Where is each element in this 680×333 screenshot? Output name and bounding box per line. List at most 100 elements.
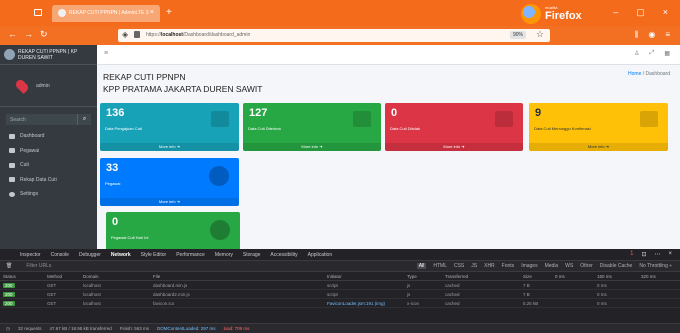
- url-text[interactable]: https://localhost/Dashboard/dashboard_ad…: [146, 32, 250, 38]
- close-devtools-icon[interactable]: ×: [668, 251, 672, 258]
- error-count[interactable]: 1: [630, 251, 633, 258]
- more-info-link[interactable]: More info ➜: [243, 143, 381, 151]
- sidebar-search-input[interactable]: Search: [6, 114, 77, 125]
- filter-other[interactable]: Other: [580, 263, 593, 269]
- filter-all[interactable]: All: [416, 263, 427, 269]
- brand-logo-icon: [4, 49, 15, 60]
- filter-media[interactable]: Media: [545, 263, 559, 269]
- status-badge: 200: [3, 300, 15, 306]
- page-title: REKAP CUTI PPNPN KPP PRATAMA JAKARTA DUR…: [103, 72, 263, 94]
- menu-icon[interactable]: ≡: [665, 30, 670, 40]
- more-info-link[interactable]: More info ➜: [385, 143, 523, 151]
- close-tab-icon[interactable]: ×: [150, 9, 154, 16]
- throttling-select[interactable]: No Throttling ÷: [639, 263, 672, 269]
- stat-value: 127: [249, 107, 268, 119]
- disable-cache-checkbox[interactable]: Disable Cache: [600, 263, 633, 269]
- filter-urls-input[interactable]: Filter URLs: [26, 263, 51, 269]
- tab-application[interactable]: Application: [308, 252, 332, 258]
- breadcrumb-current: Dashboard: [645, 71, 670, 77]
- lock-icon[interactable]: [134, 31, 140, 38]
- tab-memory[interactable]: Memory: [215, 252, 233, 258]
- tab-network[interactable]: Network: [111, 252, 131, 258]
- browser-nav-bar: ← → ↻ ◈ https://localhost/Dashboard/dash…: [0, 26, 680, 45]
- shield-icon[interactable]: ◈: [122, 30, 128, 39]
- user-name[interactable]: admin: [36, 83, 50, 89]
- table-row[interactable]: 200 GET localhost favicon.ico FaviconLoa…: [0, 299, 680, 308]
- sidebar-item-label: Pegawai: [20, 147, 40, 154]
- tab-inspector[interactable]: Inspector: [20, 252, 41, 258]
- tab-console[interactable]: Console: [51, 252, 69, 258]
- maximize-icon[interactable]: ▢: [636, 7, 645, 18]
- user-panel: admin: [0, 65, 97, 107]
- devtools-right-controls: 1 ⊡ ⋯ ×: [630, 251, 672, 258]
- tab-style-editor[interactable]: Style Editor: [141, 252, 167, 258]
- url-bar[interactable]: ◈ https://localhost/Dashboard/dashboard_…: [118, 29, 550, 42]
- more-icon[interactable]: ⋯: [654, 251, 660, 258]
- filter-fonts[interactable]: Fonts: [502, 263, 515, 269]
- calendar-icon: [9, 162, 15, 168]
- initiator-link[interactable]: FaviconLoader.jsm:191 (img): [327, 301, 385, 306]
- account-icon[interactable]: ◉: [648, 30, 655, 40]
- back-icon[interactable]: ←: [8, 29, 17, 39]
- list-icon: [9, 177, 15, 183]
- stat-box-cuti-hari-ini: 0 Pegawai Cuti Hari Ini: [106, 212, 240, 249]
- domcontentloaded-time: DOMContentLoaded: 297 ms: [157, 326, 216, 331]
- filter-css[interactable]: CSS: [454, 263, 464, 269]
- sidebar-item-rekap[interactable]: Rekap Data Cuti: [0, 173, 97, 188]
- stat-label: Data Cuti Ditolak: [390, 126, 421, 131]
- table-row[interactable]: 200 GET localhost dashboard.min.js scrip…: [0, 281, 680, 290]
- requests-count: 32 requests: [17, 326, 42, 331]
- sidebar-item-cuti[interactable]: Cuti: [0, 158, 97, 173]
- brand-title: REKAP CUTI PPNPN | KP DUREN SAWIT: [18, 49, 78, 61]
- bar-chart-icon: [353, 111, 371, 127]
- pie-chart-icon: [210, 220, 230, 240]
- status-badge: 200: [3, 282, 15, 288]
- search-icon[interactable]: ⌕: [77, 114, 91, 125]
- filter-js[interactable]: JS: [471, 263, 477, 269]
- tab-accessibility[interactable]: Accessibility: [270, 252, 297, 258]
- library-icon[interactable]: ⫼: [635, 30, 639, 40]
- filter-xhr[interactable]: XHR: [484, 263, 495, 269]
- tab-storage[interactable]: Storage: [243, 252, 261, 258]
- new-tab-icon[interactable]: +: [166, 7, 172, 18]
- sidebar-item-settings[interactable]: Settings: [0, 187, 97, 202]
- load-time: load: 709 ms: [223, 326, 250, 331]
- sidebar-item-dashboard[interactable]: Dashboard: [0, 129, 97, 144]
- close-window-icon[interactable]: ×: [663, 7, 668, 18]
- dashboard-icon: [9, 133, 15, 139]
- control-sidebar-icon[interactable]: ▦: [664, 50, 670, 57]
- sidebar-item-pegawai[interactable]: Pegawai: [0, 144, 97, 159]
- sidebar-item-label: Rekap Data Cuti: [20, 176, 57, 183]
- hamburger-menu-icon[interactable]: ≡: [104, 50, 108, 57]
- filter-images[interactable]: Images: [521, 263, 537, 269]
- brand-link[interactable]: REKAP CUTI PPNPN | KP DUREN SAWIT: [0, 45, 97, 65]
- browser-tab[interactable]: REKAP CUTI PPNPN | AdminLTE 3 ×: [52, 5, 160, 22]
- tab-debugger[interactable]: Debugger: [79, 252, 101, 258]
- pie-chart-icon: [209, 166, 229, 186]
- fullscreen-icon[interactable]: ⤢: [650, 50, 655, 57]
- minimize-icon[interactable]: –: [613, 7, 618, 18]
- breadcrumb-home[interactable]: Home: [628, 71, 641, 77]
- bookmark-star-icon[interactable]: ☆: [536, 29, 544, 40]
- trash-icon[interactable]: 🗑: [6, 263, 12, 269]
- forward-icon[interactable]: →: [24, 29, 33, 39]
- firefox-logo-icon: [521, 4, 541, 24]
- zoom-level[interactable]: 90%: [509, 31, 526, 39]
- user-icon[interactable]: ♙: [634, 50, 639, 57]
- more-info-link[interactable]: More info ➜: [100, 198, 239, 206]
- user-add-icon: [640, 111, 658, 127]
- more-info-link[interactable]: More info ➜: [529, 143, 668, 151]
- stat-value: 0: [112, 216, 119, 228]
- stat-value: 9: [535, 107, 542, 119]
- network-status-bar: ◷ 32 requests 47.67 kB / 18.95 kB transf…: [0, 323, 680, 333]
- tab-list-icon[interactable]: [34, 9, 42, 16]
- filter-html[interactable]: HTML: [433, 263, 447, 269]
- transferred-summary: 47.67 kB / 18.95 kB transferred: [49, 326, 112, 331]
- stat-label: Pegawai Cuti Hari Ini: [111, 235, 149, 240]
- dock-icon[interactable]: ⊡: [641, 251, 646, 258]
- tab-performance[interactable]: Performance: [176, 252, 205, 258]
- more-info-link[interactable]: More info ➜: [100, 143, 239, 151]
- reload-icon[interactable]: ↻: [40, 29, 48, 40]
- table-row[interactable]: 200 GET localhost dashboard2.min.js scri…: [0, 290, 680, 299]
- filter-ws[interactable]: WS: [565, 263, 573, 269]
